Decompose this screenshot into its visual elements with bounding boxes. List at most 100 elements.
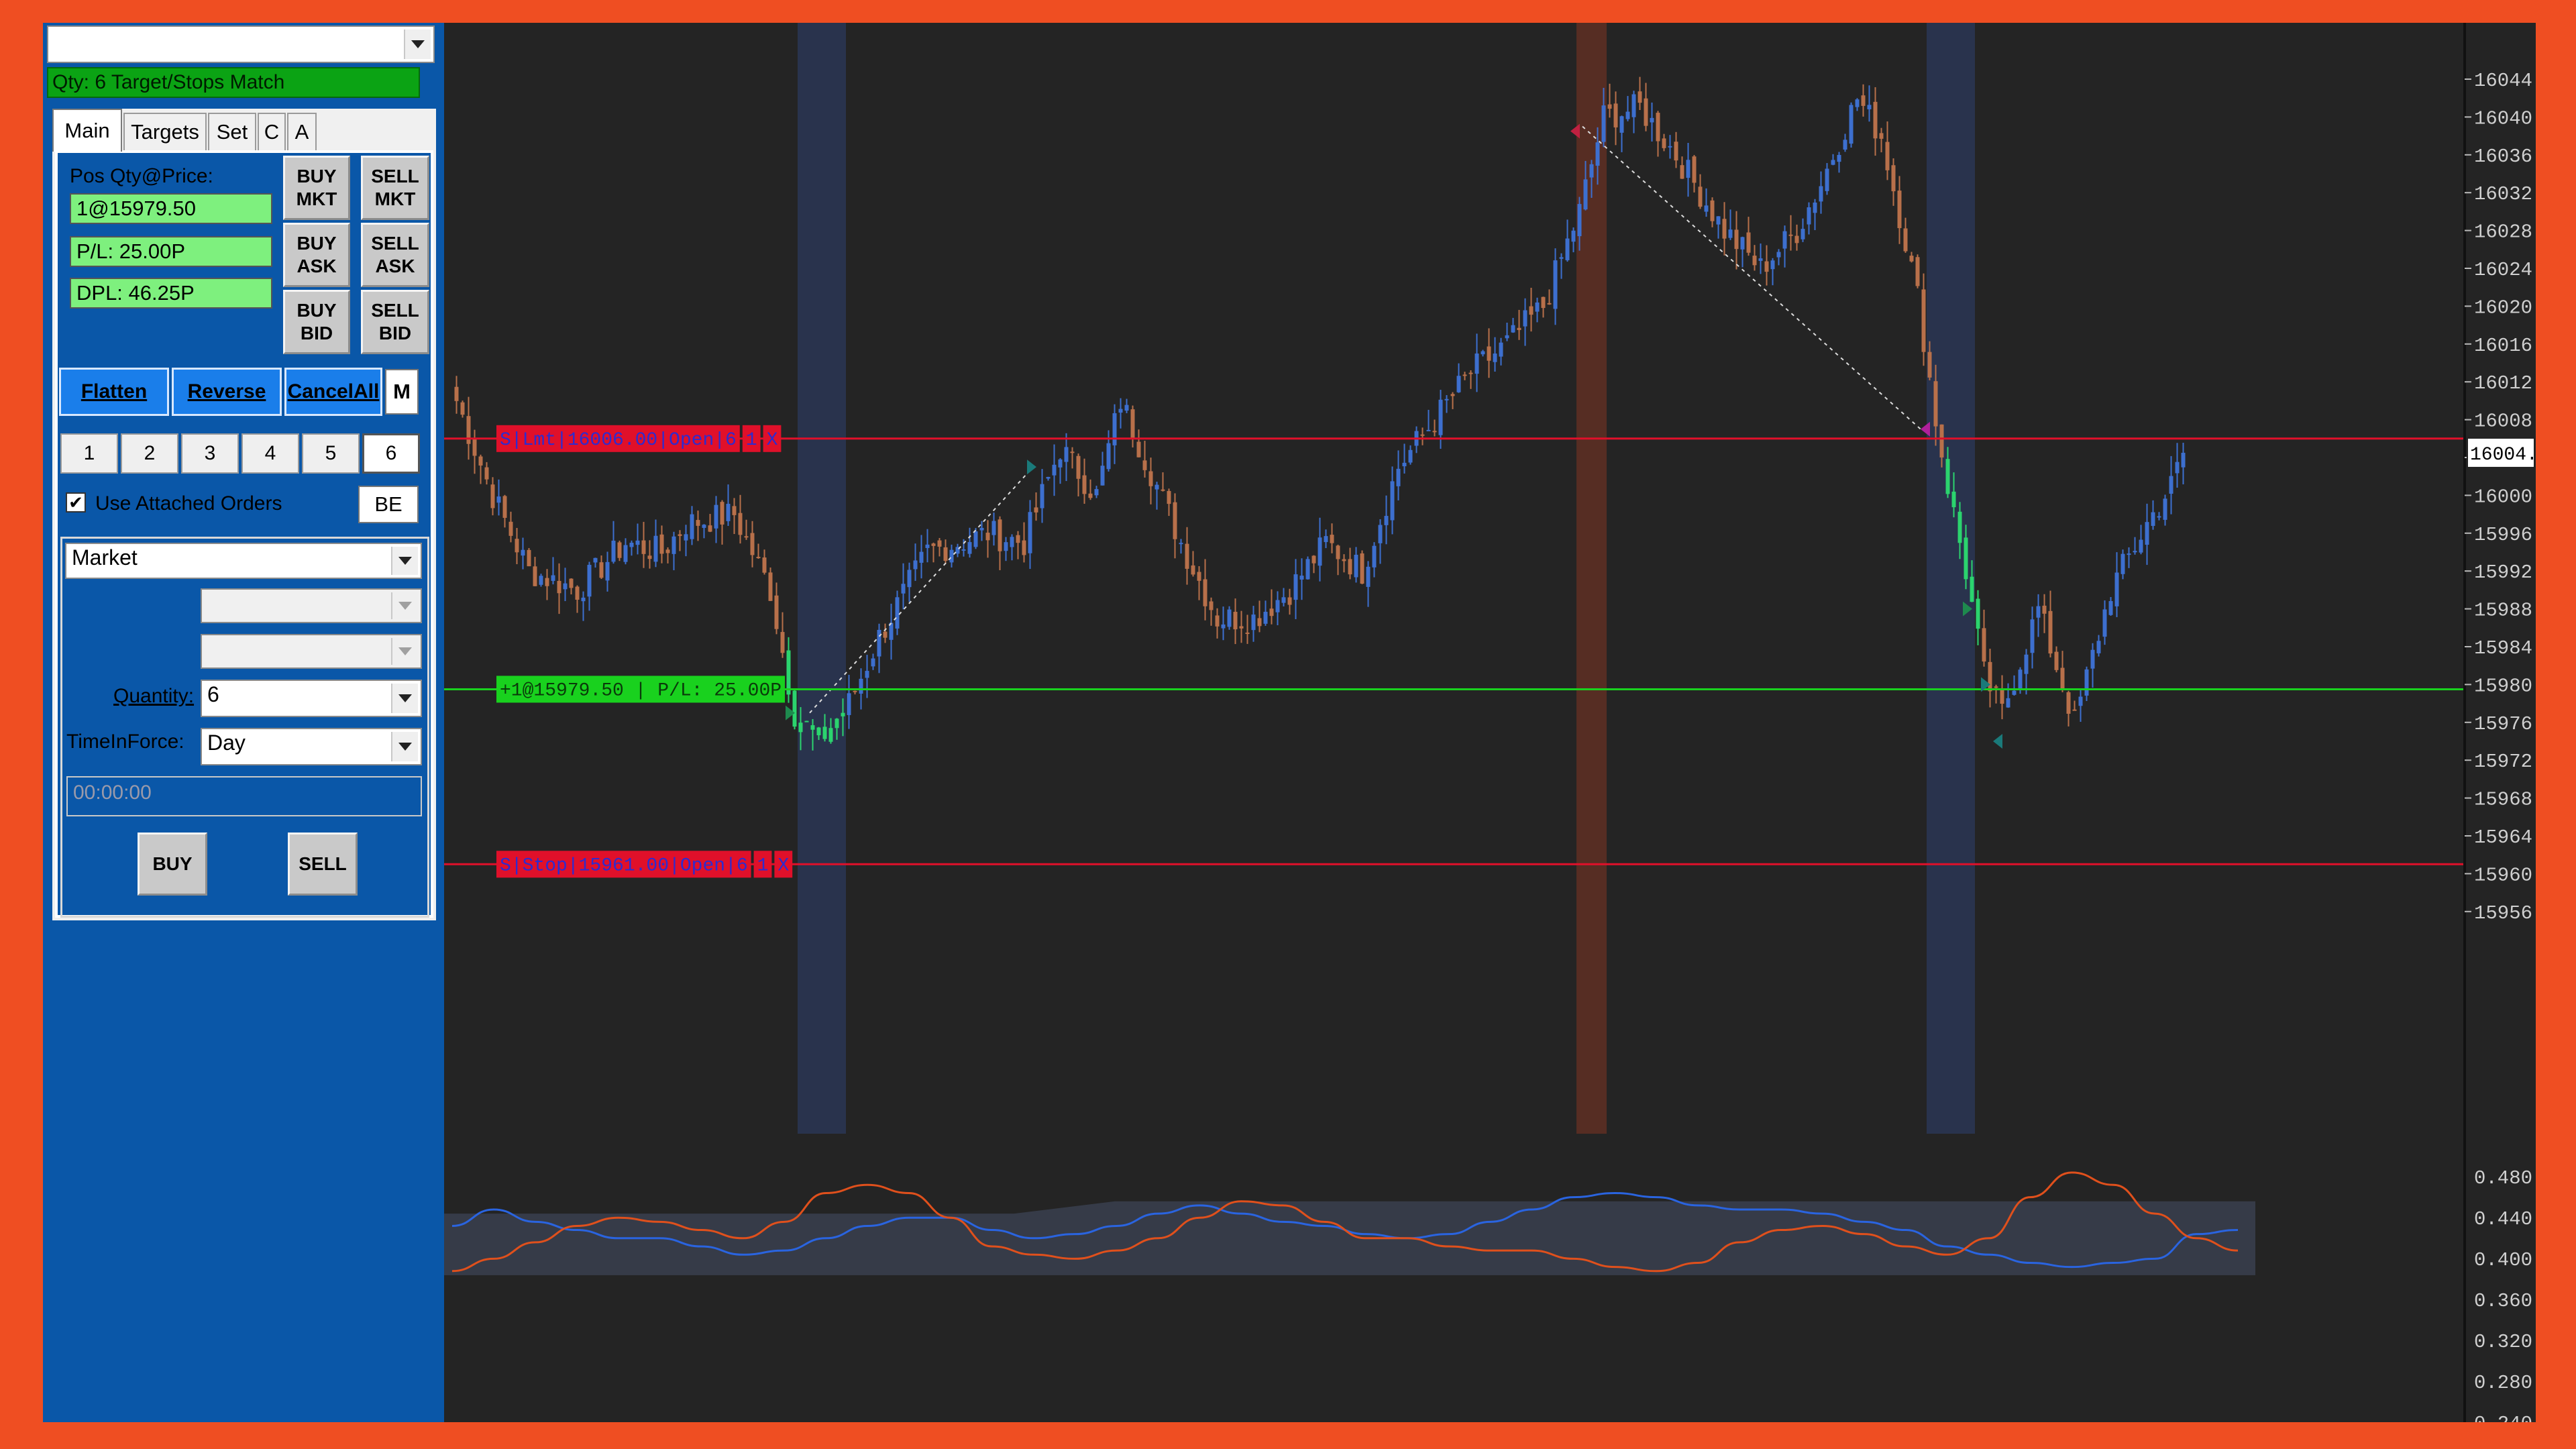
candle-body xyxy=(2114,572,2119,606)
candle-body xyxy=(1046,476,1051,479)
buy-bid-line1: BUY xyxy=(297,300,337,321)
candle-body xyxy=(1263,611,1268,624)
price-tick-label: 16000.00 xyxy=(2474,486,2536,508)
candle-body xyxy=(1583,179,1588,210)
price-tick-label: 16008.00 xyxy=(2474,411,2536,433)
candle-body xyxy=(1523,310,1527,327)
buy-market-line2: MKT xyxy=(296,189,337,209)
price-tick-label: 15988.00 xyxy=(2474,600,2536,622)
sell-market-button[interactable]: SELL MKT xyxy=(361,156,429,220)
sell-ask-line2: ASK xyxy=(375,256,415,276)
candle-body xyxy=(2108,601,2113,615)
candle-body xyxy=(2127,553,2131,555)
order-type-select[interactable]: Market xyxy=(65,543,422,579)
quantity-select[interactable]: 6 xyxy=(201,680,422,717)
candle-body xyxy=(2133,551,2137,553)
checkmark-icon: ✔ xyxy=(68,492,83,513)
sell-button[interactable]: SELL xyxy=(288,833,358,896)
candle-body xyxy=(1994,686,1998,688)
candle-body xyxy=(804,720,809,722)
candle-body xyxy=(1698,186,1703,207)
candle-body xyxy=(659,534,664,554)
candle-body xyxy=(629,542,634,547)
chevron-down-icon xyxy=(391,732,418,761)
buy-market-button[interactable]: BUY MKT xyxy=(283,156,350,220)
candle-body xyxy=(1517,327,1521,330)
candle-body xyxy=(2018,669,2023,690)
candle-body xyxy=(1976,598,1980,629)
buy-bid-button[interactable]: BUY BID xyxy=(283,290,350,354)
candle-body xyxy=(1740,237,1745,250)
tab-main[interactable]: Main xyxy=(52,109,122,152)
candle-body xyxy=(985,533,990,541)
candle-body xyxy=(1010,537,1014,547)
candle-body xyxy=(1493,354,1497,362)
candle-body xyxy=(1752,256,1757,266)
candle-body xyxy=(1293,574,1298,600)
tab-a[interactable]: A xyxy=(287,113,317,150)
limit-price-select[interactable] xyxy=(201,588,422,623)
m-button[interactable]: M xyxy=(385,369,419,415)
candle-body xyxy=(979,527,984,531)
tab-targets[interactable]: Targets xyxy=(123,113,207,150)
candle-body xyxy=(696,520,700,526)
sell-ask-button[interactable]: SELL ASK xyxy=(361,223,429,287)
candle-body xyxy=(2145,522,2149,545)
price-chart[interactable]: S|Lmt|16006.00|Open|6 1 X+1@15979.50 | P/L… xyxy=(444,23,2536,1422)
buy-button[interactable]: BUY xyxy=(138,833,207,896)
candle-body xyxy=(1638,91,1642,103)
candle-body xyxy=(2060,667,2065,690)
reverse-button[interactable]: Reverse xyxy=(172,368,282,416)
quantity-preset-3[interactable]: 3 xyxy=(181,433,239,474)
candle-body xyxy=(1511,325,1515,333)
candle-body xyxy=(895,597,900,629)
instrument-select[interactable] xyxy=(47,25,435,63)
cancel-all-button[interactable]: CancelAll xyxy=(284,368,382,416)
flatten-button[interactable]: Flatten xyxy=(59,368,169,416)
quantity-preset-4[interactable]: 4 xyxy=(241,433,299,474)
candle-body xyxy=(1662,138,1666,148)
time-in-force-select[interactable]: Day xyxy=(201,728,422,765)
candle-body xyxy=(702,525,706,528)
buy-ask-button[interactable]: BUY ASK xyxy=(283,223,350,287)
candle-body xyxy=(1281,597,1286,603)
candle-body xyxy=(1076,455,1081,479)
candle-body xyxy=(1746,232,1751,253)
candle-body xyxy=(835,718,839,729)
use-attached-orders-checkbox[interactable]: ✔ xyxy=(66,492,86,513)
candle-body xyxy=(539,576,543,585)
candle-body xyxy=(1529,306,1534,315)
candle-body xyxy=(527,549,531,567)
stop-price-select[interactable] xyxy=(201,634,422,669)
candle-body xyxy=(1342,559,1346,561)
sell-bid-button[interactable]: SELL BID xyxy=(361,290,429,354)
tab-set[interactable]: Set xyxy=(208,113,256,150)
quantity-preset-1[interactable]: 1 xyxy=(60,433,118,474)
candle-body xyxy=(1173,502,1177,539)
candle-body xyxy=(2090,649,2095,669)
candle-body xyxy=(1402,462,1407,467)
candle-body xyxy=(931,543,936,546)
break-even-button[interactable]: BE xyxy=(358,486,419,523)
quantity-preset-6[interactable]: 6 xyxy=(362,433,420,474)
candle-body xyxy=(1070,451,1075,453)
candle-body xyxy=(1106,443,1111,470)
trading-app-window: Qty: 6 Target/Stops Match Main Targets S… xyxy=(43,23,2536,1422)
candle-body xyxy=(2036,606,2041,618)
candle-body xyxy=(1589,164,1594,178)
candle-body xyxy=(883,631,888,638)
candle-body xyxy=(913,560,918,570)
candle-body xyxy=(1855,99,1860,107)
chevron-down-icon xyxy=(391,592,418,619)
buy-ask-line2: ASK xyxy=(297,256,337,276)
candle-body xyxy=(1644,98,1648,126)
candle-body xyxy=(593,557,598,563)
candle-body xyxy=(466,416,471,444)
quantity-preset-2[interactable]: 2 xyxy=(121,433,178,474)
good-till-time-input[interactable]: 00:00:00 xyxy=(66,776,422,816)
tab-c[interactable]: C xyxy=(258,113,286,150)
candle-body xyxy=(738,513,743,535)
quantity-preset-5[interactable]: 5 xyxy=(302,433,360,474)
candle-body xyxy=(1287,597,1292,605)
candle-body xyxy=(1305,559,1310,580)
